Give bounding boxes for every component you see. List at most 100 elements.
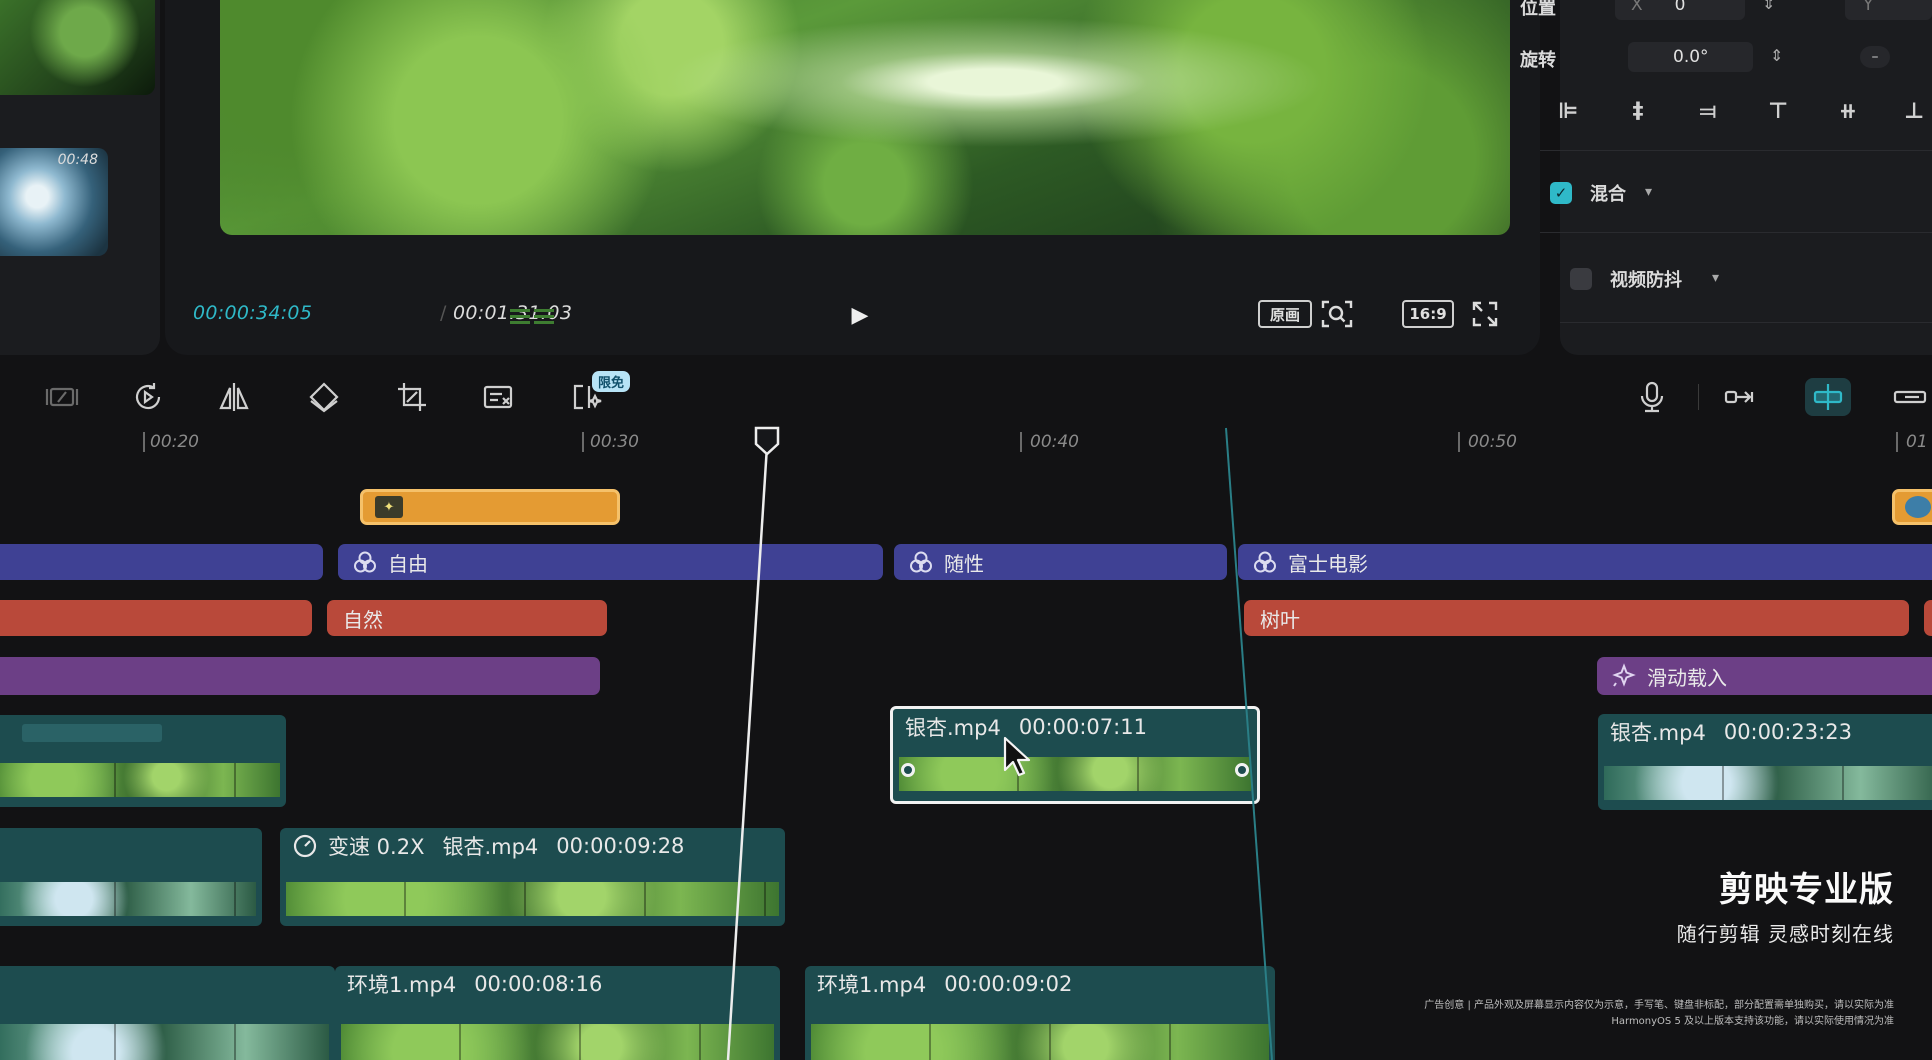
clip-duration: 00:00:23:23 — [1723, 720, 1852, 744]
rotation-label: 旋转 — [1520, 50, 1556, 71]
preview-video[interactable] — [220, 0, 1510, 235]
brand-title: 剪映专业版 — [1719, 870, 1894, 910]
position-x-input[interactable]: X 0 — [1615, 0, 1745, 20]
animation-clip[interactable] — [0, 657, 600, 695]
clip-title-placeholder — [22, 724, 162, 742]
x-axis-label: X — [1631, 0, 1643, 15]
filter-name: 富士电影 — [1288, 551, 1368, 576]
sticker-clip[interactable]: ✦ — [360, 489, 620, 525]
stepper-icon[interactable]: ⇕ — [1770, 46, 1783, 65]
preview-axis-button[interactable] — [1890, 378, 1930, 416]
video-clip[interactable]: 银杏.mp4 00:00:23:23 — [1598, 714, 1932, 810]
selected-video-clip[interactable]: 银杏.mp4 00:00:07:11 — [890, 706, 1260, 804]
ruler-tick — [143, 432, 145, 452]
caption-button[interactable] — [478, 378, 518, 416]
video-clip[interactable]: 环境1.mp4 00:00:09:02 — [805, 966, 1275, 1060]
aspect-ratio-button[interactable]: 16:9 — [1402, 300, 1454, 328]
divider — [1540, 150, 1932, 151]
clip-duration: 00:00:07:11 — [1018, 715, 1147, 739]
ruler-label: 00:40 — [1030, 432, 1079, 452]
chevron-down-icon[interactable]: ▾ — [1645, 184, 1652, 200]
filter-clip[interactable]: 富士电影 — [1238, 544, 1932, 580]
filter-clip[interactable]: 自由 — [338, 544, 883, 580]
original-quality-button[interactable]: 原画 — [1258, 300, 1312, 328]
ruler-label: 00:30 — [590, 432, 639, 452]
text-clip-label: 树叶 — [1260, 607, 1300, 632]
clip-duration: 00:00:09:02 — [944, 972, 1073, 996]
mirror-icon — [219, 383, 249, 411]
play-icon: ▶ — [851, 302, 869, 328]
rotation-value: 0.0° — [1673, 47, 1709, 67]
clip-duration: 00:00:08:16 — [474, 972, 603, 996]
sticker-icon — [1905, 496, 1931, 518]
filter-clip[interactable]: 随性 — [894, 544, 1227, 580]
text-clip-label: 自然 — [343, 607, 383, 632]
main-track-magnet-button[interactable] — [1805, 378, 1851, 416]
fullscreen-icon — [1472, 301, 1498, 327]
timeline-ruler[interactable]: 00:20 00:30 00:40 00:50 01 — [0, 426, 1932, 458]
reverse-play-button[interactable] — [128, 378, 168, 416]
magnet-snap-icon — [1813, 384, 1843, 410]
zoom-search-button[interactable] — [1319, 298, 1355, 330]
divider — [1540, 232, 1932, 233]
text-clip[interactable]: 树叶 — [1244, 600, 1909, 636]
sticker-clip[interactable] — [1892, 489, 1932, 525]
reverse-play-icon — [135, 383, 161, 410]
text-clip[interactable]: 自然 — [327, 600, 607, 636]
video-clip[interactable] — [0, 966, 335, 1060]
align-top-icon[interactable]: ⊤ — [1760, 98, 1796, 124]
sparkle-icon — [1612, 663, 1636, 687]
stabilize-checkbox[interactable] — [1570, 268, 1592, 290]
ruler-tick — [582, 432, 584, 452]
keyframe-handle[interactable] — [1235, 763, 1249, 777]
position-x-value: 0 — [1674, 0, 1686, 15]
caption-icon — [483, 385, 513, 409]
align-center-horizontal-icon[interactable]: ‡ — [1620, 98, 1656, 124]
play-button[interactable]: ▶ — [845, 300, 875, 330]
rotation-input[interactable]: 0.0° — [1628, 42, 1753, 72]
animation-clip[interactable]: 滑动载入 — [1597, 657, 1932, 695]
edit-toolbar — [0, 370, 1932, 424]
filter-clip[interactable] — [0, 544, 323, 580]
animation-name: 滑动载入 — [1647, 665, 1727, 690]
free-badge: 限免 — [592, 371, 631, 392]
position-label: 位置 — [1520, 0, 1556, 19]
media-thumbnail[interactable] — [0, 0, 155, 95]
video-clip[interactable] — [0, 828, 262, 926]
align-bottom-icon[interactable]: ⊥ — [1896, 98, 1932, 124]
media-thumbnail[interactable]: 00:48 — [0, 148, 108, 256]
mouse-cursor-icon — [1003, 736, 1031, 777]
position-y-input[interactable]: Y — [1845, 0, 1932, 20]
microphone-icon — [1640, 381, 1664, 413]
mirror-button[interactable] — [214, 378, 254, 416]
link-clips-button[interactable] — [1720, 378, 1760, 416]
brand-slogan: 随行剪辑 灵感时刻在线 — [1676, 922, 1894, 946]
record-voice-button[interactable] — [1632, 378, 1672, 416]
video-clip[interactable]: 环境1.mp4 00:00:08:16 — [335, 966, 780, 1060]
ruler-tick — [1020, 432, 1022, 452]
text-clip[interactable] — [0, 600, 312, 636]
preview-axis-icon — [1893, 390, 1927, 404]
align-right-icon[interactable]: ⫤ — [1690, 98, 1726, 124]
video-clip[interactable]: 变速 0.2X 银杏.mp4 00:00:09:28 — [280, 828, 785, 926]
sticker-icon: ✦ — [375, 496, 403, 518]
keyframe-handle[interactable] — [901, 763, 915, 777]
zoom-search-icon — [1321, 300, 1353, 328]
time-separator: / — [440, 302, 447, 324]
preview-panel: 00:00:34:05 / 00:01:31:03 ▶ 原画 16:9 — [165, 0, 1540, 355]
video-clip[interactable] — [0, 715, 286, 807]
text-clip[interactable] — [1924, 600, 1932, 636]
thumbnail-duration: 00:48 — [57, 152, 98, 168]
rotation-dial-icon[interactable]: – — [1860, 46, 1890, 68]
blend-checkbox[interactable]: ✓ — [1550, 182, 1572, 204]
freeze-frame-button[interactable] — [42, 378, 82, 416]
chevron-down-icon[interactable]: ▾ — [1712, 270, 1719, 286]
stepper-icon[interactable]: ⇕ — [1762, 0, 1775, 13]
align-middle-vertical-icon[interactable]: ⧺ — [1830, 98, 1866, 124]
crop-button[interactable] — [392, 378, 432, 416]
divider — [1698, 384, 1699, 410]
fullscreen-button[interactable] — [1467, 298, 1503, 330]
crop-icon — [398, 383, 426, 411]
align-left-icon[interactable]: ⊫ — [1550, 98, 1586, 124]
rotate-button[interactable] — [304, 378, 344, 416]
